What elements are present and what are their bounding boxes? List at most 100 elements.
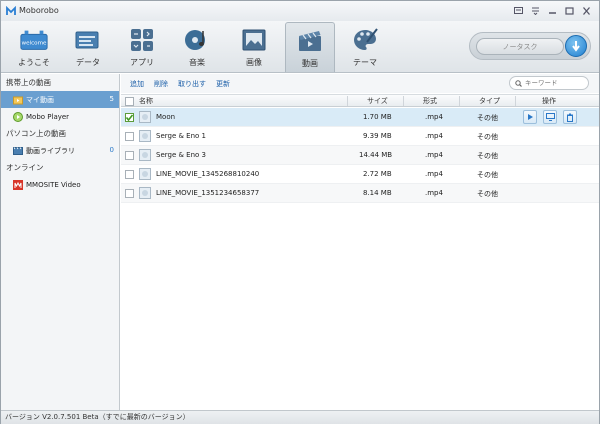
table-row[interactable]: Serge & Eno 3 14.44 MB .mp4 その他 xyxy=(121,146,599,165)
column-header-name[interactable]: 名称 xyxy=(139,96,153,107)
sidebar-item-count: 5 xyxy=(109,95,114,103)
tool-apps[interactable]: アプリ xyxy=(118,22,166,72)
row-checkbox[interactable] xyxy=(125,170,134,179)
row-checkbox[interactable] xyxy=(125,113,134,122)
phone-video-icon xyxy=(13,95,23,105)
video-file-icon xyxy=(139,187,151,199)
task-status-button[interactable]: ノータスク xyxy=(476,38,564,55)
tool-data[interactable]: データ xyxy=(64,22,112,72)
trash-icon xyxy=(567,113,573,122)
close-icon[interactable] xyxy=(580,4,593,17)
minimize-icon[interactable] xyxy=(546,4,559,17)
sidebar-item-mmosite-video[interactable]: MMOSITE Video xyxy=(1,176,119,193)
sidebar-item-mobo-player[interactable]: Mobo Player xyxy=(1,108,119,125)
search-icon xyxy=(515,79,522,87)
sidebar-section-pc-videos: パソコン上の動画 xyxy=(6,129,66,138)
row-name: Serge & Eno 3 xyxy=(156,151,206,159)
row-name: Serge & Eno 1 xyxy=(156,132,206,140)
play-button[interactable] xyxy=(523,110,537,124)
row-size: 8.14 MB xyxy=(363,189,392,197)
tool-images[interactable]: 画像 xyxy=(230,22,278,72)
column-header-format[interactable]: 形式 xyxy=(423,96,437,107)
window-controls xyxy=(512,4,593,17)
delete-button[interactable]: 削除 xyxy=(154,79,168,89)
sidebar-item-my-videos[interactable]: マイ動画 5 xyxy=(1,91,119,108)
row-format: .mp4 xyxy=(425,151,443,159)
table-row[interactable]: Moon 1.70 MB .mp4 その他 xyxy=(121,108,599,127)
column-header-size[interactable]: サイズ xyxy=(367,96,388,107)
row-checkbox[interactable] xyxy=(125,189,134,198)
row-size: 2.72 MB xyxy=(363,170,392,178)
music-icon xyxy=(182,27,212,53)
sidebar-item-label: MMOSITE Video xyxy=(26,180,81,189)
title-bar: Moborobo xyxy=(1,1,599,21)
tool-label-images: 画像 xyxy=(246,58,262,67)
tool-label-theme: テーマ xyxy=(353,58,377,67)
column-header-type[interactable]: タイプ xyxy=(479,96,500,107)
tool-label-video: 動画 xyxy=(302,59,318,68)
column-divider xyxy=(403,96,404,106)
tool-theme[interactable]: テーマ xyxy=(341,22,389,72)
search-input[interactable] xyxy=(525,79,585,87)
row-checkbox[interactable] xyxy=(125,132,134,141)
monitor-icon xyxy=(545,113,555,121)
sidebar-item-label: Mobo Player xyxy=(26,112,70,121)
row-checkbox[interactable] xyxy=(125,151,134,160)
row-name: LINE_MOVIE_1351234658377 xyxy=(156,189,260,197)
sidebar-item-video-library[interactable]: 動画ライブラリ 0 xyxy=(1,142,119,159)
action-bar: 追加 削除 取り出す 更新 xyxy=(121,74,599,93)
play-icon xyxy=(528,114,533,120)
column-divider xyxy=(515,96,516,106)
video-list-panel: 追加 削除 取り出す 更新 名称 サイズ 形式 タイプ 操作 xyxy=(121,74,599,410)
video-file-icon xyxy=(139,130,151,142)
sidebar-item-count: 0 xyxy=(109,146,114,154)
play-circle-icon xyxy=(13,111,23,122)
export-button[interactable]: 取り出す xyxy=(178,79,206,89)
tool-video[interactable]: 動画 xyxy=(285,22,335,72)
export-to-pc-button[interactable] xyxy=(543,110,557,124)
data-icon xyxy=(73,27,103,53)
row-name: Moon xyxy=(156,113,176,121)
video-library-icon xyxy=(13,146,23,156)
column-divider xyxy=(347,96,348,106)
row-name: LINE_MOVIE_1345268810240 xyxy=(156,170,260,178)
refresh-button[interactable]: 更新 xyxy=(216,79,230,89)
task-panel: ノータスク xyxy=(469,32,591,60)
table-row[interactable]: LINE_MOVIE_1351234658377 8.14 MB .mp4 その… xyxy=(121,184,599,203)
row-size: 1.70 MB xyxy=(363,113,392,121)
checkmark-icon xyxy=(125,114,134,122)
sidebar-item-label: 動画ライブラリ xyxy=(26,146,75,155)
theme-icon xyxy=(350,27,380,53)
row-type: その他 xyxy=(477,114,498,122)
delete-row-button[interactable] xyxy=(563,110,577,124)
table-row[interactable]: LINE_MOVIE_1345268810240 2.72 MB .mp4 その… xyxy=(121,165,599,184)
row-format: .mp4 xyxy=(425,113,443,121)
table-header: 名称 サイズ 形式 タイプ 操作 xyxy=(121,94,599,107)
mmosite-logo-icon xyxy=(13,179,23,190)
tool-label-data: データ xyxy=(76,58,100,67)
add-button[interactable]: 追加 xyxy=(130,79,144,89)
sidebar-item-label: マイ動画 xyxy=(26,95,54,104)
status-bar: バージョン V2.0.7.501 Beta（すでに最新のバージョン） xyxy=(1,410,599,424)
menu-icon[interactable] xyxy=(529,4,542,17)
row-size: 9.39 MB xyxy=(363,132,392,140)
tool-welcome[interactable]: welcome ようこそ xyxy=(10,22,58,72)
feedback-icon[interactable] xyxy=(512,4,525,17)
image-icon xyxy=(239,27,269,53)
row-format: .mp4 xyxy=(425,132,443,140)
tool-music[interactable]: 音楽 xyxy=(173,22,221,72)
sidebar-section-online: オンライン xyxy=(6,163,44,172)
moborobo-logo-icon xyxy=(6,6,16,15)
maximize-icon[interactable] xyxy=(563,4,576,17)
select-all-checkbox[interactable] xyxy=(125,97,134,106)
table-row[interactable]: Serge & Eno 1 9.39 MB .mp4 その他 xyxy=(121,127,599,146)
row-format: .mp4 xyxy=(425,189,443,197)
row-type: その他 xyxy=(477,171,498,179)
tool-label-welcome: ようこそ xyxy=(18,58,50,67)
video-file-icon xyxy=(139,111,151,123)
search-box xyxy=(509,76,589,90)
main-toolbar: welcome ようこそ データ アプリ 音楽 画像 動画 テーマ ノータスク xyxy=(1,21,599,73)
download-button[interactable] xyxy=(565,35,587,57)
tool-label-music: 音楽 xyxy=(189,58,205,67)
video-icon xyxy=(295,28,325,54)
